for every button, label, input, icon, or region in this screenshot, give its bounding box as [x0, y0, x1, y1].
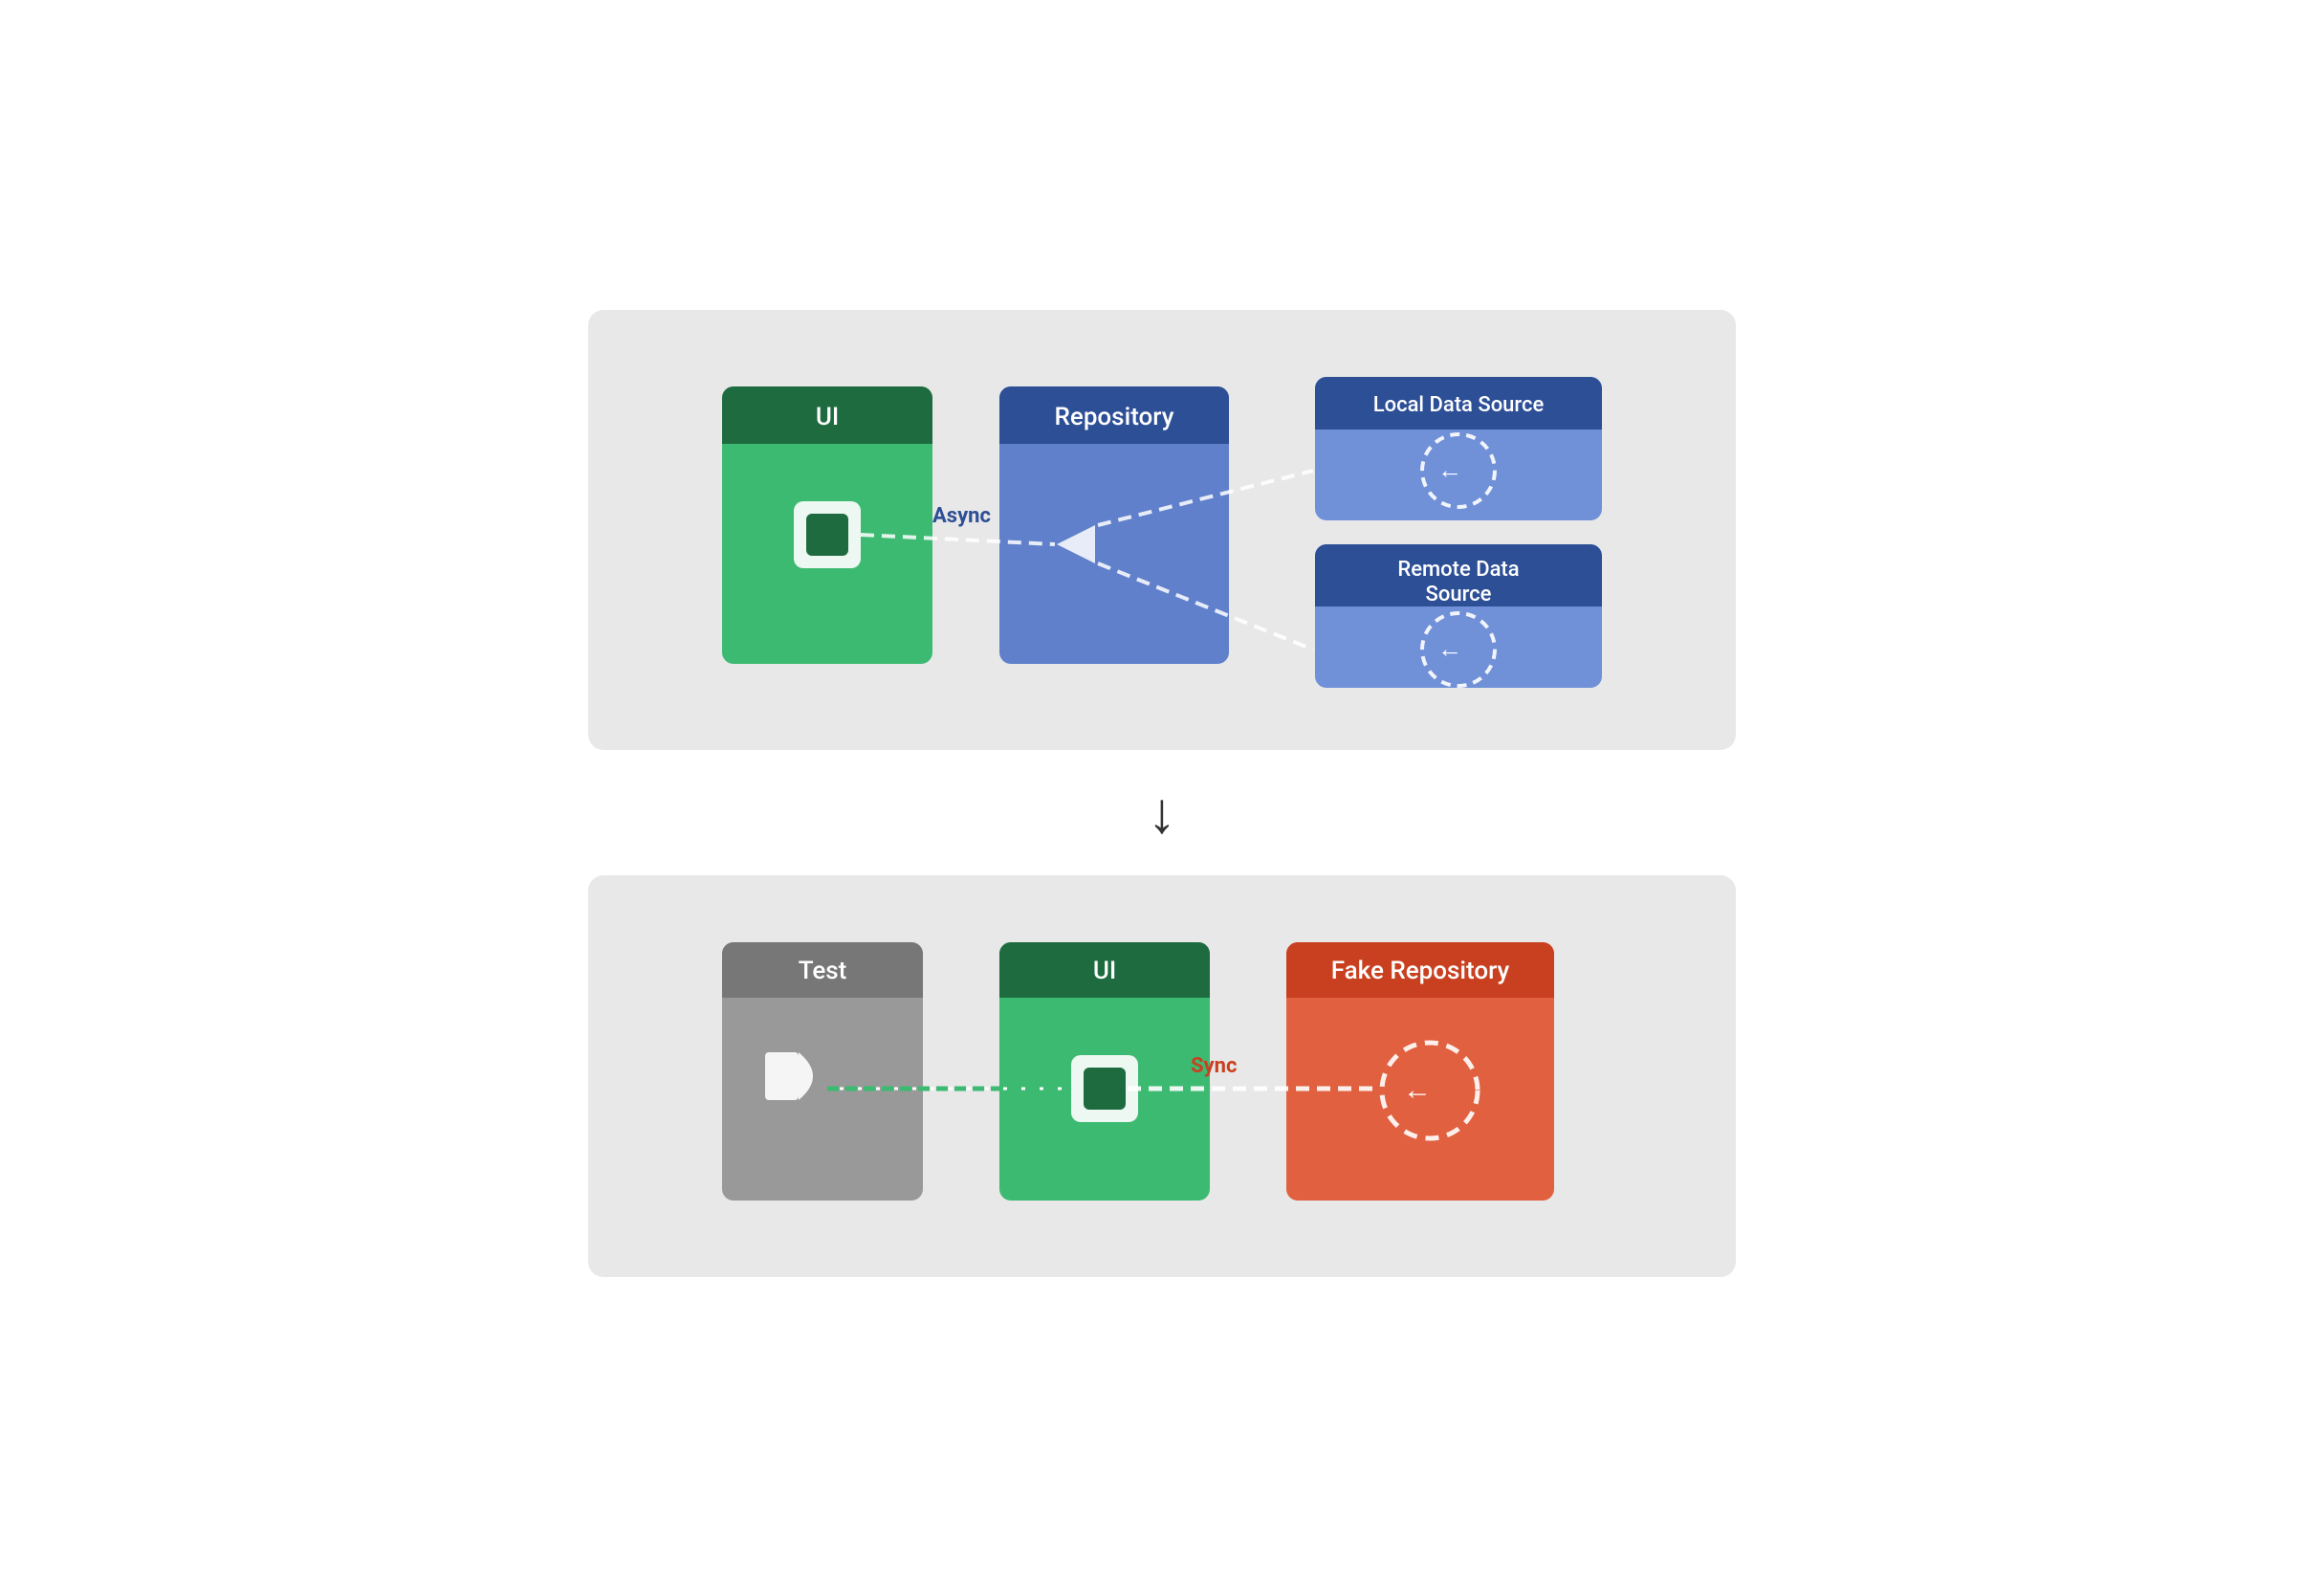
repo-label: Repository — [1055, 403, 1174, 431]
main-container: UI Repository Local Data Source ← — [588, 310, 1736, 1277]
ui-bottom-label: UI — [1093, 957, 1116, 985]
fake-repo-label: Fake Repository — [1331, 957, 1510, 985]
sync-label: Sync — [1191, 1054, 1237, 1078]
svg-text:←: ← — [1403, 1073, 1432, 1107]
svg-text:←: ← — [1437, 635, 1462, 664]
local-ds-label: Local Data Source — [1373, 393, 1545, 417]
svg-text:Source: Source — [1426, 583, 1492, 606]
bottom-diagram: Test UI Fake Repository ← — [588, 875, 1736, 1277]
svg-text:←: ← — [1437, 456, 1462, 485]
top-diagram: UI Repository Local Data Source ← — [588, 310, 1736, 750]
arrow-down: ↓ — [1148, 779, 1176, 847]
test-label: Test — [799, 957, 847, 985]
remote-ds-label: Remote Data — [1397, 558, 1519, 582]
ui-label: UI — [816, 403, 839, 431]
async-label: Async — [932, 504, 991, 528]
